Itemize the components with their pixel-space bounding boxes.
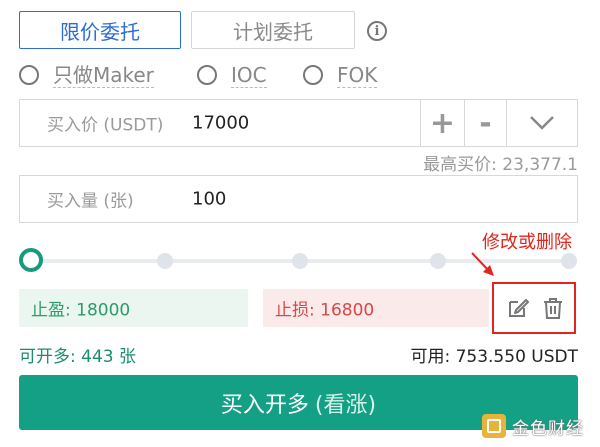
trash-icon[interactable] xyxy=(543,297,563,319)
stop-loss-box[interactable]: 止损: 16800 xyxy=(263,289,489,327)
amount-field: 买入量 (张) 100 xyxy=(19,175,578,223)
amount-input[interactable]: 100 xyxy=(192,189,226,210)
annotation-highlight-box xyxy=(492,282,576,334)
option-fok[interactable]: FOK xyxy=(303,60,378,90)
price-plus-button[interactable]: + xyxy=(420,100,464,146)
amount-label: 买入量 (张) xyxy=(47,191,134,212)
take-profit-value: 止盈: 18000 xyxy=(31,300,131,321)
price-minus-button[interactable]: - xyxy=(464,100,506,146)
slider-handle[interactable] xyxy=(19,248,43,272)
slider-stop-25[interactable] xyxy=(157,253,173,269)
radio-ioc[interactable] xyxy=(197,65,217,85)
edit-icon[interactable] xyxy=(507,297,529,319)
option-ioc[interactable]: IOC xyxy=(197,60,267,90)
radio-fok[interactable] xyxy=(303,65,323,85)
info-icon[interactable]: i xyxy=(367,21,387,41)
price-input[interactable]: 17000 xyxy=(192,113,249,134)
price-label: 买入价 (USDT) xyxy=(47,115,164,136)
plus-label: + xyxy=(429,105,456,141)
minus-label: - xyxy=(479,105,492,141)
tab-plan-order[interactable]: 计划委托 xyxy=(191,11,355,49)
option-fok-label: FOK xyxy=(337,62,378,88)
take-profit-box[interactable]: 止盈: 18000 xyxy=(19,289,248,327)
tab-limit-order[interactable]: 限价委托 xyxy=(19,11,181,49)
watermark-logo-icon xyxy=(482,414,506,438)
option-ioc-label: IOC xyxy=(231,62,267,88)
annotation-arrow-icon xyxy=(471,252,494,276)
max-buy-price: 最高买价: 23,377.1 xyxy=(423,155,578,175)
slider-stop-50[interactable] xyxy=(292,253,308,269)
buy-button-note: (看涨) xyxy=(314,392,377,418)
option-maker-only[interactable]: 只做Maker xyxy=(19,60,154,90)
slider-stop-100[interactable] xyxy=(561,253,577,269)
available-balance: 可用: 753.550 USDT xyxy=(410,347,578,367)
max-open-amount: 可开多: 443 张 xyxy=(19,347,136,367)
watermark-text: 金色财经 xyxy=(512,418,584,439)
option-maker-label: 只做Maker xyxy=(53,62,154,88)
price-dropdown-button[interactable] xyxy=(506,100,577,146)
slider-stop-75[interactable] xyxy=(430,253,446,269)
price-field: 买入价 (USDT) 17000 + - xyxy=(19,99,578,147)
buy-button-label: 买入开多 xyxy=(220,392,309,418)
stop-loss-value: 止损: 16800 xyxy=(275,300,375,321)
radio-maker[interactable] xyxy=(19,65,39,85)
watermark: 金色财经 xyxy=(482,411,584,441)
chevron-down-icon xyxy=(530,116,554,130)
